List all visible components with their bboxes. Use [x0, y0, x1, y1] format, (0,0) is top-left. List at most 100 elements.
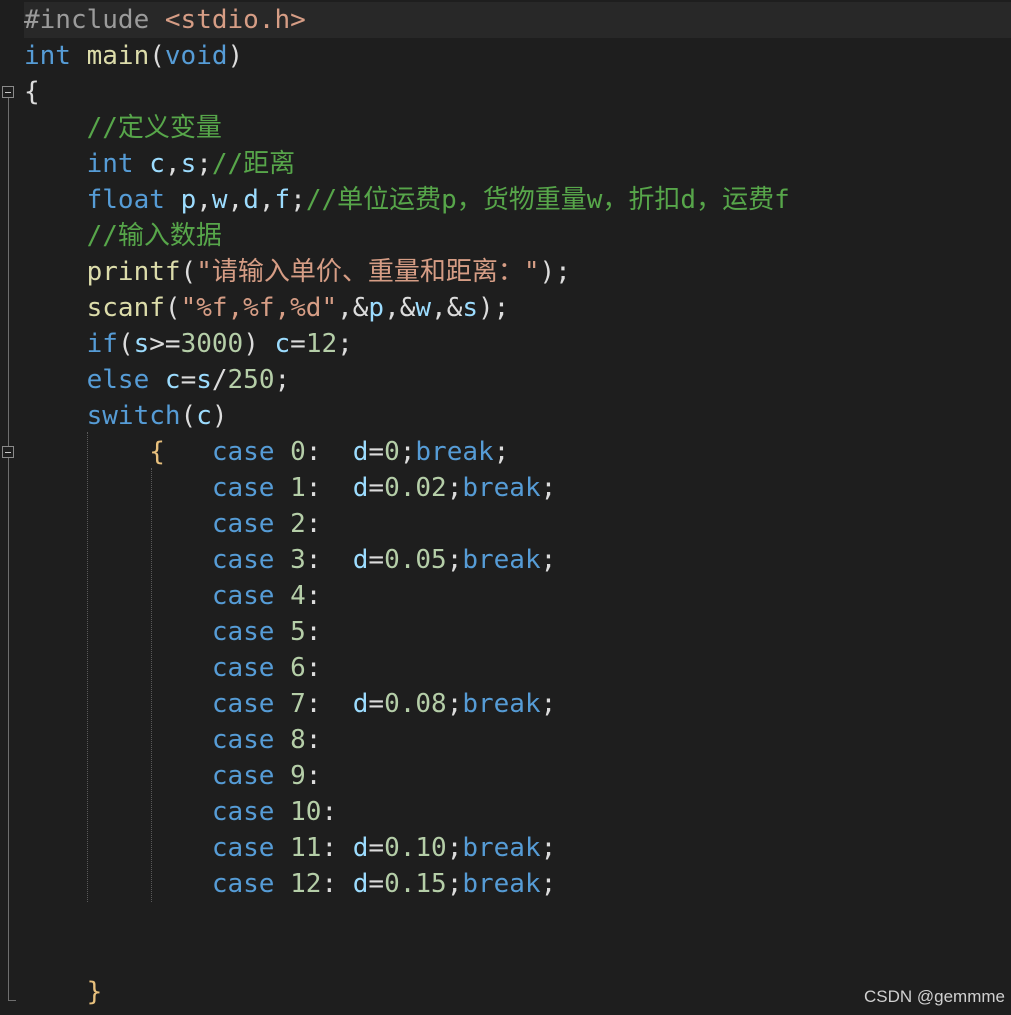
code-line[interactable] — [24, 902, 1011, 938]
code-line[interactable]: case 6: — [24, 650, 1011, 686]
code-token: , — [227, 185, 244, 215]
code-token: : — [305, 761, 322, 791]
code-token: case — [211, 653, 275, 683]
code-token: c — [149, 149, 165, 179]
code-token: <stdio.h> — [164, 5, 306, 35]
code-token: ,& — [431, 293, 463, 323]
code-token: ); — [539, 257, 571, 287]
code-token: case — [211, 869, 275, 899]
code-line[interactable]: case 7: d=0.08;break; — [24, 686, 1011, 722]
code-token: "%f,%f,%d" — [180, 293, 338, 323]
code-line[interactable]: //输入数据 — [24, 218, 1011, 254]
code-token: float — [86, 185, 165, 215]
code-token: : — [305, 581, 322, 611]
code-token: , — [258, 185, 275, 215]
code-line[interactable]: case 9: — [24, 758, 1011, 794]
code-line[interactable]: //定义变量 — [24, 110, 1011, 146]
code-line[interactable]: float p,w,d,f;//单位运费p，货物重量w，折扣d，运费f — [24, 182, 1011, 218]
fold-toggle-switch[interactable] — [2, 446, 14, 458]
code-token: = — [368, 437, 385, 467]
code-token: main — [86, 41, 150, 71]
code-token: : — [305, 509, 322, 539]
code-token: d — [352, 545, 369, 575]
code-line[interactable]: printf("请输入单价、重量和距离："); — [24, 254, 1011, 290]
code-token: 1 — [290, 473, 306, 503]
code-line[interactable]: scanf("%f,%f,%d",&p,&w,&s); — [24, 290, 1011, 326]
fold-toggle-main[interactable] — [2, 86, 14, 98]
code-line[interactable]: int c,s;//距离 — [24, 146, 1011, 182]
code-token: 0.10 — [384, 833, 447, 863]
code-token: ,& — [384, 293, 416, 323]
code-token: } — [86, 977, 103, 1007]
code-token: ); — [478, 293, 510, 323]
code-token: d — [352, 689, 369, 719]
code-token: 0 — [290, 437, 306, 467]
code-token: 2 — [290, 509, 306, 539]
code-line[interactable]: case 3: d=0.05;break; — [24, 542, 1011, 578]
code-token: void — [164, 41, 228, 71]
code-line[interactable]: else c=s/250; — [24, 362, 1011, 398]
code-line[interactable]: case 12: d=0.15;break; — [24, 866, 1011, 902]
code-token: 8 — [290, 725, 306, 755]
code-token: ; — [274, 365, 291, 395]
code-token: case — [211, 797, 275, 827]
code-line[interactable] — [24, 938, 1011, 974]
code-token: = — [368, 689, 385, 719]
code-token: case — [211, 689, 275, 719]
code-line[interactable]: } — [24, 974, 1011, 1010]
code-token: ; — [540, 689, 557, 719]
code-line[interactable]: case 2: — [24, 506, 1011, 542]
code-token: 3000 — [180, 329, 244, 359]
code-line[interactable]: { — [24, 74, 1011, 110]
code-line[interactable]: case 10: — [24, 794, 1011, 830]
code-token: 5 — [290, 617, 306, 647]
code-line[interactable]: int main(void) — [24, 38, 1011, 74]
code-line[interactable]: if(s>=3000) c=12; — [24, 326, 1011, 362]
code-token: , — [196, 185, 212, 215]
code-line[interactable]: case 11: d=0.10;break; — [24, 830, 1011, 866]
code-token: ; — [446, 833, 463, 863]
code-line[interactable]: switch(c) — [24, 398, 1011, 434]
code-token: case — [211, 833, 275, 863]
code-line[interactable]: #include <stdio.h> — [24, 2, 1011, 38]
code-line[interactable]: case 5: — [24, 614, 1011, 650]
code-token: c — [196, 401, 212, 431]
code-token: >= — [149, 329, 181, 359]
code-token: ; — [446, 545, 463, 575]
code-token: = — [368, 473, 385, 503]
code-token: int — [86, 149, 134, 179]
code-token: ; — [446, 473, 463, 503]
code-token: 0.02 — [384, 473, 447, 503]
code-token: s — [180, 149, 197, 179]
code-line[interactable]: case 4: — [24, 578, 1011, 614]
code-line[interactable]: case 8: — [24, 722, 1011, 758]
code-line[interactable]: { case 0: d=0;break; — [24, 434, 1011, 470]
code-line[interactable]: case 1: d=0.02;break; — [24, 470, 1011, 506]
code-token: = — [368, 869, 385, 899]
code-token: s — [462, 293, 479, 323]
code-token: ( — [180, 257, 197, 287]
code-editor[interactable]: #include <stdio.h> int main(void){ //定义变量… — [0, 0, 1011, 1015]
watermark: CSDN @gemmme — [864, 987, 1005, 1006]
code-token: 250 — [227, 365, 275, 395]
